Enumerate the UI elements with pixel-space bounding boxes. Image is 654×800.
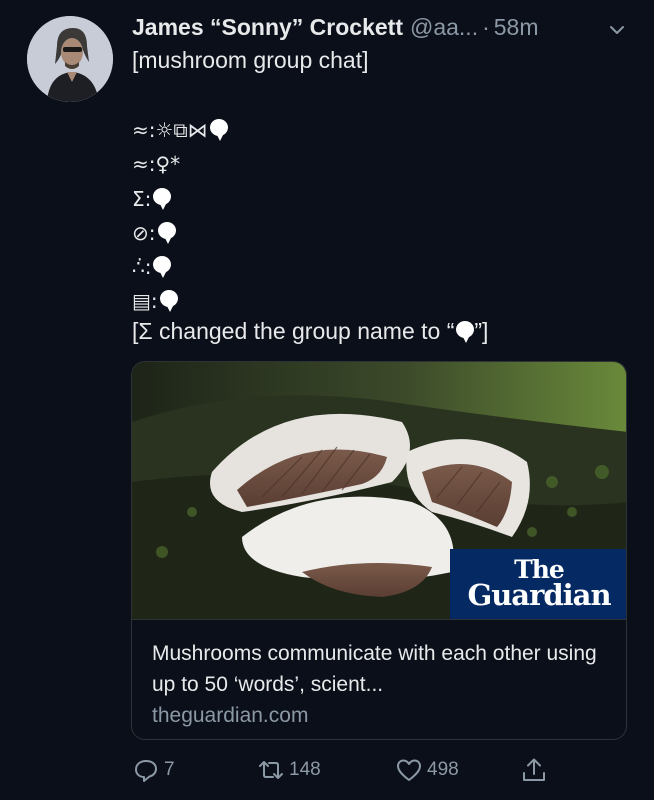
like-button[interactable]: 498 bbox=[395, 752, 459, 788]
tweet-text-line: [mushroom group chat] bbox=[132, 47, 369, 73]
tweet[interactable]: James “Sonny” Crockett @aa... · 58m [mus… bbox=[0, 0, 654, 800]
avatar[interactable] bbox=[27, 16, 113, 102]
name-change-suffix: ”] bbox=[474, 318, 489, 344]
chat-line: ≈: ♀* bbox=[132, 152, 180, 176]
retweet-count: 148 bbox=[289, 759, 321, 780]
chat-sender: ≈: bbox=[132, 152, 156, 176]
chat-line: ⊘: bbox=[132, 221, 176, 245]
chat-sender: ∴̇: bbox=[132, 255, 152, 279]
separator-dot: · bbox=[482, 14, 490, 40]
chat-message: ♀* bbox=[155, 152, 181, 176]
speech-bubble-icon bbox=[456, 320, 475, 343]
retweet-icon bbox=[257, 756, 285, 784]
share-button[interactable] bbox=[520, 752, 548, 788]
tweet-actions: 7 148 498 bbox=[132, 752, 552, 788]
chat-sender: ≈: bbox=[132, 118, 156, 142]
card-domain[interactable]: theguardian.com bbox=[152, 700, 608, 731]
group-name-change: [Σ changed the group name to “ ”] bbox=[132, 318, 488, 345]
chevron-down-icon[interactable] bbox=[608, 18, 626, 36]
chat-sender: ⊘: bbox=[132, 221, 156, 245]
card-title[interactable]: Mushrooms communicate with each other us… bbox=[152, 638, 608, 700]
speech-bubble-icon bbox=[159, 290, 178, 312]
reply-button[interactable]: 7 bbox=[132, 752, 175, 788]
speech-bubble-icon bbox=[153, 256, 172, 278]
chat-line: Σ: bbox=[132, 187, 172, 211]
display-name[interactable]: James “Sonny” Crockett bbox=[132, 14, 403, 41]
card-body[interactable]: Mushrooms communicate with each other us… bbox=[132, 619, 626, 739]
like-count: 498 bbox=[427, 759, 459, 780]
retweet-button[interactable]: 148 bbox=[257, 752, 321, 788]
chat-line: ▤: bbox=[132, 289, 178, 313]
chat-message: ☼⧉⋈ bbox=[155, 118, 208, 142]
chat-line: ≈: ☼⧉⋈ bbox=[132, 118, 228, 142]
reply-icon bbox=[132, 756, 160, 784]
reply-count: 7 bbox=[164, 759, 175, 780]
speech-bubble-icon bbox=[153, 188, 172, 210]
chat-sender: Σ: bbox=[132, 187, 152, 211]
user-handle[interactable]: @aa... bbox=[410, 14, 478, 41]
timestamp[interactable]: 58m bbox=[494, 14, 539, 41]
speech-bubble-icon bbox=[157, 222, 176, 244]
guardian-logo: The Guardian bbox=[450, 549, 626, 619]
chat-sender: ▤: bbox=[132, 289, 158, 313]
speech-bubble-icon bbox=[209, 119, 228, 141]
name-change-prefix: [Σ changed the group name to “ bbox=[132, 318, 455, 344]
tweet-header: James “Sonny” Crockett @aa... · 58m bbox=[132, 14, 632, 44]
link-preview-card[interactable]: The Guardian Mushrooms communicate with … bbox=[131, 361, 627, 740]
avatar-photo bbox=[27, 16, 113, 102]
heart-icon bbox=[395, 756, 423, 784]
logo-text-guardian: Guardian bbox=[467, 578, 611, 613]
card-image[interactable]: The Guardian bbox=[132, 362, 626, 619]
chat-line: ∴̇: bbox=[132, 255, 172, 279]
share-icon bbox=[520, 756, 548, 784]
